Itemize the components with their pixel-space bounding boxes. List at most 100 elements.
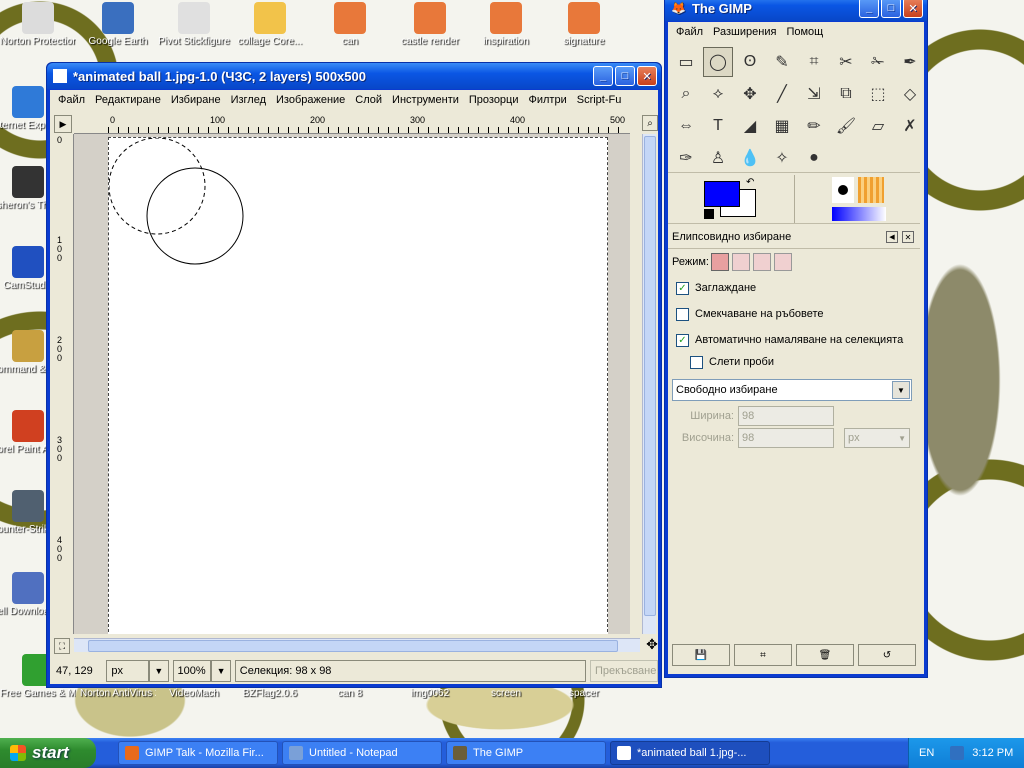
tool-icon[interactable]: ⧉ [831, 79, 861, 109]
desktop-icon[interactable]: Pivot Stickfigure [156, 2, 232, 47]
tool-icon[interactable]: ✂ [831, 47, 861, 77]
tool-icon[interactable]: 🖌 [831, 111, 861, 141]
tool-icon[interactable]: ⇲ [799, 79, 829, 109]
desktop-icon[interactable]: Norton Protection [0, 2, 76, 47]
tool-icon[interactable]: ◢ [735, 111, 765, 141]
unit-select[interactable]: px [106, 660, 150, 682]
merged-checkbox[interactable] [690, 355, 703, 369]
save-options-button[interactable]: 💾 [672, 644, 730, 666]
toolbox-menu-item[interactable]: Разширения [709, 26, 782, 38]
tool-icon[interactable]: T [703, 111, 733, 141]
brush-preview[interactable] [832, 177, 854, 203]
taskbar-button[interactable]: *animated ball 1.jpg-... [610, 741, 770, 765]
chevron-down-icon[interactable]: ▼ [892, 381, 910, 399]
toolbox-titlebar[interactable]: 🦊 The GIMP _ □ ✕ [665, 0, 927, 21]
gradient-preview[interactable] [832, 207, 886, 221]
maximize-button[interactable]: □ [615, 66, 635, 86]
navigate-button[interactable]: ⛶ [54, 638, 70, 654]
tool-icon[interactable]: ◯ [703, 47, 733, 77]
image-menu-item[interactable]: Изображение [272, 94, 351, 106]
tray-icon[interactable] [950, 746, 965, 760]
panel-menu-icon[interactable]: ◀ [886, 231, 898, 243]
tool-icon[interactable]: 💧 [735, 143, 765, 173]
taskbar-button[interactable]: GIMP Talk - Mozilla Fir... [118, 741, 278, 765]
mode-replace-icon[interactable] [710, 253, 729, 271]
desktop-icon[interactable]: can [312, 2, 388, 47]
tool-icon[interactable]: ● [799, 143, 829, 173]
swap-colors-icon[interactable]: ↶ [746, 177, 754, 188]
image-menu-item[interactable]: Файл [54, 94, 91, 106]
restore-options-button[interactable]: ⌗ [734, 644, 792, 666]
canvas-area[interactable] [74, 134, 630, 634]
mode-intersect-icon[interactable] [773, 253, 792, 271]
taskbar-button[interactable]: The GIMP [446, 741, 606, 765]
close-button[interactable]: ✕ [637, 66, 657, 86]
tool-icon[interactable]: ⟡ [703, 79, 733, 109]
vertical-scrollbar[interactable] [642, 134, 656, 634]
tool-icon[interactable]: ⇔ [671, 111, 701, 141]
mode-subtract-icon[interactable] [752, 253, 771, 271]
image-menu-item[interactable]: Избиране [167, 94, 227, 106]
toolbox-menu-item[interactable]: Помощ [782, 26, 829, 38]
image-menu-item[interactable]: Филтри [525, 94, 573, 106]
panel-close-icon[interactable]: ✕ [902, 231, 914, 243]
image-menu-item[interactable]: Прозорци [465, 94, 525, 106]
tool-icon[interactable]: ╱ [767, 79, 797, 109]
image-menu-item[interactable]: Изглед [227, 94, 272, 106]
image-menu-item[interactable]: Редактиране [91, 94, 167, 106]
antialias-row[interactable]: ✓ Заглаждане [676, 277, 912, 299]
autoshrink-checkbox[interactable]: ✓ [676, 333, 689, 347]
unit-chevron-down-icon[interactable]: ▼ [149, 660, 169, 682]
desktop-icon[interactable]: signature [546, 2, 622, 47]
zoom-select[interactable]: 100% [172, 660, 212, 682]
image-menu-item[interactable]: Script-Fu [573, 94, 628, 106]
toolbox-maximize-button[interactable]: □ [881, 0, 901, 18]
default-colors-icon[interactable] [704, 209, 714, 219]
tool-icon[interactable]: ʘ [735, 47, 765, 77]
mode-add-icon[interactable] [731, 253, 750, 271]
merged-row[interactable]: Слети проби [690, 351, 912, 373]
image-menu-item[interactable]: Инструменти [388, 94, 465, 106]
tool-icon[interactable]: ▭ [671, 47, 701, 77]
tool-icon[interactable]: ✎ [767, 47, 797, 77]
tool-icon[interactable]: ⬚ [863, 79, 893, 109]
tool-icon[interactable]: ⌗ [799, 47, 829, 77]
select-mode-combo[interactable]: Свободно избиране ▼ [672, 379, 912, 401]
antialias-checkbox[interactable]: ✓ [676, 281, 689, 295]
start-button[interactable]: start [0, 738, 96, 768]
desktop-icon[interactable]: castle render [392, 2, 468, 47]
tool-icon[interactable]: ◇ [895, 79, 925, 109]
image-window-titlebar[interactable]: *animated ball 1.jpg-1.0 (ЧЗС, 2 layers)… [47, 63, 661, 89]
tool-icon[interactable]: ⌕ [671, 79, 701, 109]
foreground-color-swatch[interactable] [704, 181, 740, 207]
tool-icon[interactable]: ✁ [863, 47, 893, 77]
quickmask-corner-button[interactable]: ▶ [54, 115, 72, 133]
move-icon[interactable]: ✥ [644, 636, 660, 652]
pattern-preview[interactable] [858, 177, 884, 203]
horizontal-scrollbar[interactable] [74, 638, 640, 652]
autoshrink-row[interactable]: ✓ Автоматично намаляване на селекцията [676, 329, 912, 351]
toolbox-menu-item[interactable]: Файл [672, 26, 709, 38]
desktop-icon[interactable]: Google Earth [80, 2, 156, 47]
image-menu-item[interactable]: Слой [351, 94, 388, 106]
desktop-icon[interactable]: inspiration [468, 2, 544, 47]
minimize-button[interactable]: _ [593, 66, 613, 86]
feather-row[interactable]: Смекчаване на ръбовете [676, 303, 912, 325]
cancel-button[interactable]: Прекъсване [589, 660, 658, 682]
zoom-icon[interactable]: ⌕ [642, 115, 658, 131]
tool-icon[interactable]: ✑ [671, 143, 701, 173]
feather-checkbox[interactable] [676, 307, 689, 321]
tool-icon[interactable]: ✥ [735, 79, 765, 109]
tool-icon[interactable]: ✏ [799, 111, 829, 141]
tool-icon[interactable]: ✗ [895, 111, 925, 141]
toolbox-close-button[interactable]: ✕ [903, 0, 923, 18]
height-input[interactable]: 98 [738, 428, 834, 448]
delete-options-button[interactable]: 🗑 [796, 644, 854, 666]
tool-icon[interactable]: ▱ [863, 111, 893, 141]
tool-icon[interactable]: ▦ [767, 111, 797, 141]
taskbar-button[interactable]: Untitled - Notepad [282, 741, 442, 765]
tool-icon[interactable]: ♙ [703, 143, 733, 173]
reset-options-button[interactable]: ↺ [858, 644, 916, 666]
size-unit-select[interactable]: px ▼ [844, 428, 910, 448]
language-indicator[interactable]: EN [919, 747, 934, 759]
